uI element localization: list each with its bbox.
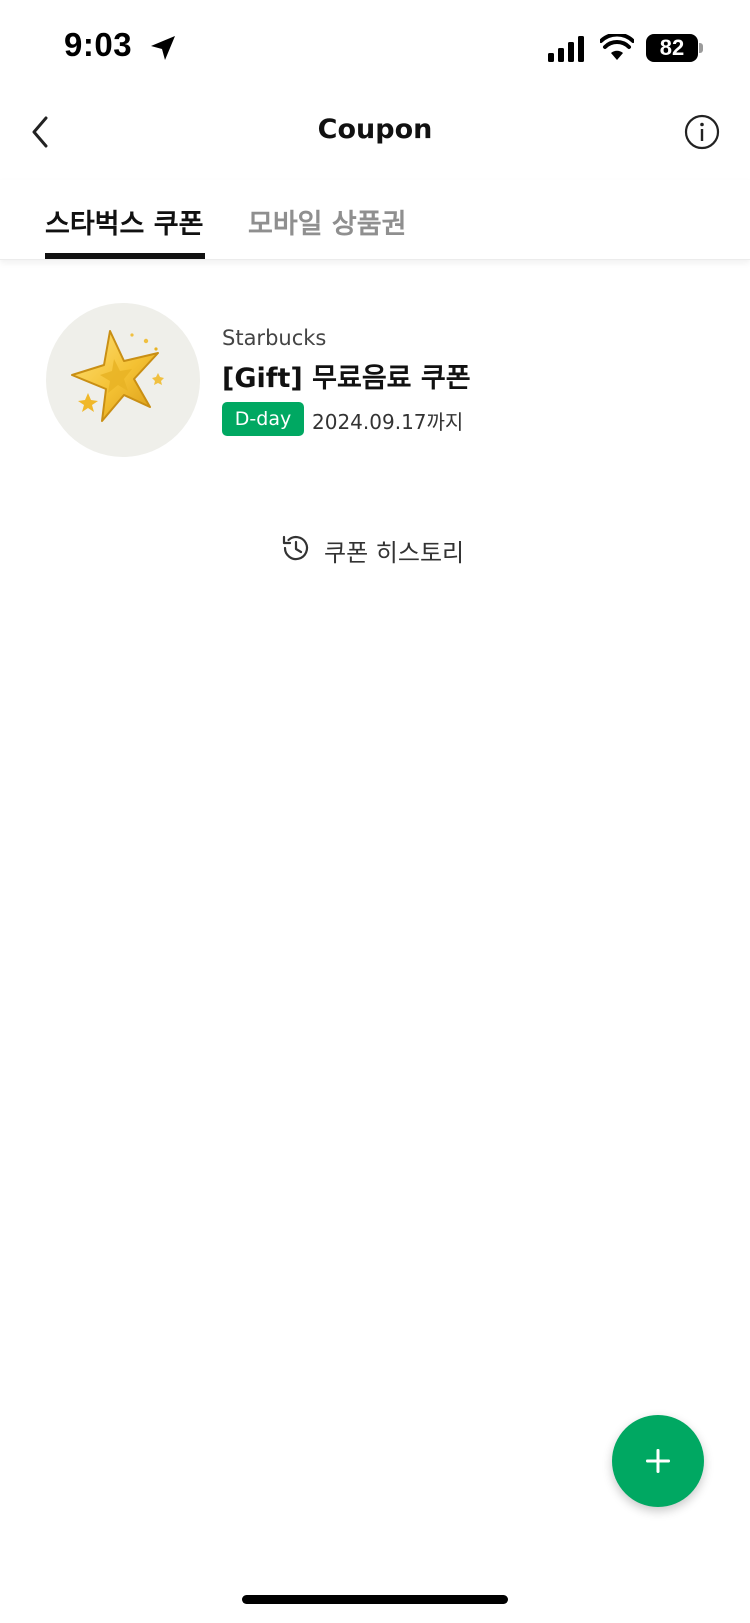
- battery-level: 82: [659, 35, 685, 60]
- info-icon: [684, 114, 720, 150]
- status-bar: 9:03 82: [0, 0, 750, 90]
- signal-icon: [548, 36, 584, 62]
- home-indicator: [242, 1595, 508, 1604]
- coupon-name: [Gift] 무료음료 쿠폰: [222, 363, 471, 394]
- coupon-thumbnail: [46, 303, 200, 457]
- add-coupon-button[interactable]: [612, 1415, 704, 1507]
- coupon-screen: 9:03 82 Coupon 스타벅스 쿠폰 모바일 상품권 Starbucks…: [0, 0, 750, 1623]
- active-tab-indicator: [45, 253, 205, 259]
- page-title: Coupon: [317, 114, 433, 145]
- tab-mobile-gift-card[interactable]: 모바일 상품권: [248, 202, 406, 260]
- coupon-brand: Starbucks: [222, 326, 327, 350]
- history-label: 쿠폰 히스토리: [324, 539, 465, 567]
- info-button[interactable]: [684, 114, 720, 150]
- location-arrow-icon: [151, 36, 175, 60]
- status-time: 9:03: [64, 26, 133, 63]
- tab-bar: 스타벅스 쿠폰 모바일 상품권: [0, 180, 750, 260]
- dday-badge: D-day: [222, 402, 304, 436]
- nav-bar: Coupon: [0, 90, 750, 176]
- history-clock-icon: [282, 535, 309, 561]
- wifi-icon: [600, 34, 634, 60]
- coupon-history-link[interactable]: 쿠폰 히스토리: [280, 530, 480, 570]
- plus-icon: [646, 1449, 670, 1473]
- battery-nub: [699, 43, 703, 53]
- tab-starbucks-coupon[interactable]: 스타벅스 쿠폰: [45, 202, 203, 260]
- gold-star-icon: [71, 330, 164, 422]
- coupon-item[interactable]: Starbucks [Gift] 무료음료 쿠폰 D-day 2024.09.1…: [0, 300, 750, 460]
- coupon-expiry: 2024.09.17까지: [312, 410, 464, 434]
- battery-icon: 82: [646, 34, 698, 62]
